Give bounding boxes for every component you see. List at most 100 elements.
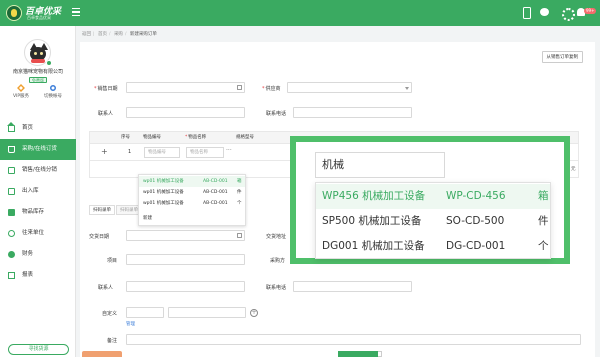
sidebar-item-stock[interactable]: 物品库存 [0, 202, 76, 223]
phone-input[interactable] [293, 107, 412, 118]
vip-service-label: VIP服务 [12, 94, 30, 99]
breadcrumb-back[interactable]: 返回 [82, 32, 91, 37]
diamond-icon [17, 84, 25, 92]
item-code-input[interactable]: 物品编号 [144, 147, 180, 158]
custom-value-input[interactable] [168, 307, 246, 318]
row-index: 1 [128, 149, 132, 155]
sidebar-item-label: 报表 [22, 272, 34, 278]
find-supply-button[interactable]: 寻找货源 [8, 344, 69, 355]
message-icon[interactable] [540, 7, 550, 17]
item-search-input[interactable]: 机械 [315, 152, 445, 178]
list-item[interactable]: wp01 机械加工设备 AB-CD-001 个 [139, 198, 245, 209]
sidebar-item-finance[interactable]: 财务 [0, 244, 76, 265]
result-name: SP500 机械加工设备 [322, 215, 422, 227]
result-unit: 件 [538, 215, 549, 227]
sidebar-item-sales[interactable]: 销售/在线分销 [0, 160, 76, 181]
custom-key-input[interactable] [126, 307, 164, 318]
sidebar-item-label: 往来单位 [22, 230, 45, 236]
switch-icon [50, 85, 56, 91]
brand-subtitle: 百卓食品优采 [27, 15, 51, 20]
lower-contact-label: 联系人 [98, 285, 114, 291]
report-icon [8, 272, 15, 279]
finance-icon [8, 251, 15, 258]
supplier-label: *供应商 [262, 86, 281, 92]
contact-input[interactable] [126, 107, 245, 118]
result-unit: 箱 [538, 190, 549, 202]
result-spec: DG-CD-001 [446, 240, 506, 252]
breadcrumb-home[interactable]: 首页 [98, 32, 107, 37]
list-item[interactable]: DG001 机械加工设备 DG-CD-001 个 [316, 234, 550, 259]
supplier-select[interactable] [287, 82, 412, 93]
cart-icon [8, 146, 15, 153]
tab-scan-entry[interactable]: 扫码录单 [89, 205, 115, 215]
calendar-icon [237, 85, 242, 90]
copy-from-sales-button[interactable]: 从销售订单复制 [541, 51, 583, 63]
calendar-icon [237, 233, 242, 238]
sidebar-item-purchase[interactable]: 采购/在线订货 [0, 139, 76, 160]
sidebar-nav: 首页 采购/在线订货 销售/在线分销 出入库 物品库存 往来单位 财务 报表 [0, 118, 76, 286]
phone-label: 联系电话 [266, 111, 287, 117]
sidebar-item-label: 物品库存 [22, 209, 45, 215]
breadcrumb-current: 新建采购订单 [129, 32, 157, 37]
item-suggestion-dropdown: wp01 机械加工设备 AB-CD-001 箱 wp01 机械加工设备 AB-C… [138, 174, 246, 226]
vip-service-link[interactable]: VIP服务 [6, 84, 36, 99]
brand-logo[interactable]: 百卓优采 百卓食品优采 [6, 4, 66, 22]
remark-input[interactable] [126, 334, 581, 345]
custom-label: 自定义 [102, 311, 118, 317]
item-search-results: WP456 机械加工设备 WP-CD-456 箱 SP500 机械加工设备 SO… [315, 182, 551, 259]
bottom-primary-button[interactable] [338, 351, 378, 357]
menu-toggle-icon[interactable] [72, 8, 80, 17]
sales-date-input[interactable] [126, 82, 245, 93]
home-icon [7, 122, 15, 132]
sidebar-item-home[interactable]: 首页 [0, 118, 76, 139]
list-item[interactable]: SP500 机械加工设备 SO-CD-500 件 [316, 209, 550, 234]
notification-count-badge: 99+ [584, 8, 597, 14]
result-spec: WP-CD-456 [446, 190, 506, 202]
result-unit: 个 [538, 240, 549, 252]
lower-phone-label: 联系电话 [266, 285, 287, 291]
delivery-date-label: 交货日期 [89, 234, 110, 240]
result-spec: SO-CD-500 [446, 215, 505, 227]
breadcrumb-purchase[interactable]: 采购 [114, 32, 123, 37]
online-status-dot [46, 60, 52, 66]
mobile-icon[interactable] [521, 7, 531, 19]
partner-icon [8, 230, 15, 237]
switch-account-link[interactable]: 切换帐号 [38, 84, 68, 99]
sidebar-item-label: 出入库 [22, 188, 39, 194]
project-input[interactable] [126, 254, 245, 265]
result-name: DG001 机械加工设备 [322, 240, 425, 252]
plan-badge: 免费版 [29, 77, 47, 83]
bottom-tag [82, 351, 122, 357]
breadcrumb: 返回 | 首页 / 采购 / 新建采购订单 [82, 32, 157, 37]
lower-phone-input[interactable] [293, 281, 412, 292]
add-custom-field-icon[interactable]: + [250, 309, 258, 317]
list-item[interactable]: wp01 机械加工设备 AB-CD-001 件 [139, 187, 245, 198]
lower-contact-input[interactable] [126, 281, 245, 292]
item-name-input[interactable]: 物品名称 [186, 147, 224, 158]
more-icon[interactable]: ··· [226, 147, 232, 154]
sidebar-item-label: 首页 [22, 125, 34, 131]
sidebar: 南京猫咪宠物有限公司 免费版 VIP服务 切换帐号 首页 采购/在线订货 销售/… [0, 26, 76, 357]
contact-label: 联系人 [98, 111, 114, 117]
list-item[interactable]: WP456 机械加工设备 WP-CD-456 箱 [316, 184, 550, 209]
zoomed-search-popup: 机械 WP456 机械加工设备 WP-CD-456 箱 SP500 机械加工设备… [290, 136, 570, 264]
sales-date-label: *销售日期 [94, 86, 118, 92]
chevron-down-icon [405, 87, 409, 90]
settings-icon[interactable] [561, 7, 575, 21]
remark-label: 备注 [107, 338, 118, 344]
new-item-option[interactable]: 新建 [139, 213, 245, 224]
sidebar-item-inout[interactable]: 出入库 [0, 181, 76, 202]
add-row-icon[interactable]: + [101, 147, 108, 156]
delivery-date-input[interactable] [126, 230, 245, 241]
stock-icon [8, 209, 15, 216]
summary-unit: 元 [571, 167, 576, 172]
sidebar-item-label: 财务 [22, 251, 34, 257]
project-label: 项目 [107, 258, 118, 264]
list-item[interactable]: wp01 机械加工设备 AB-CD-001 箱 [139, 176, 245, 187]
result-name: WP456 机械加工设备 [322, 190, 426, 202]
sale-icon [8, 167, 15, 174]
sidebar-item-partners[interactable]: 往来单位 [0, 223, 76, 244]
manage-link[interactable]: 管理 [126, 321, 135, 327]
delivery-address-label: 交货地址 [266, 234, 287, 240]
sidebar-item-reports[interactable]: 报表 [0, 265, 76, 286]
